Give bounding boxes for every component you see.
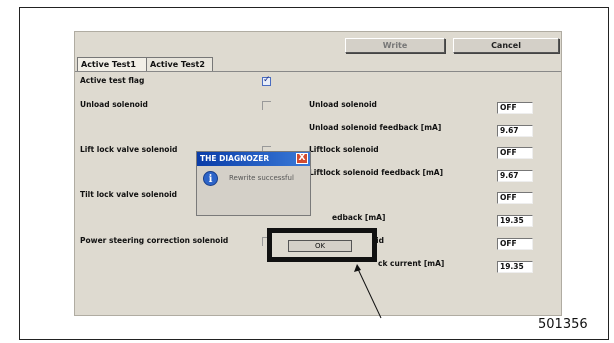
figure-code: 501356: [538, 317, 588, 332]
callout-arrow: [354, 264, 382, 319]
